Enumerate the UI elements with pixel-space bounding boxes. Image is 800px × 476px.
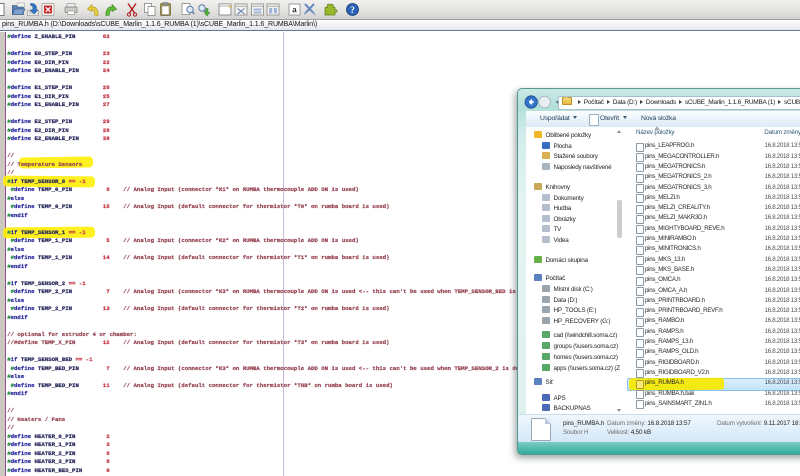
svg-text:a: a xyxy=(292,6,297,15)
svg-text:?: ? xyxy=(350,6,355,16)
